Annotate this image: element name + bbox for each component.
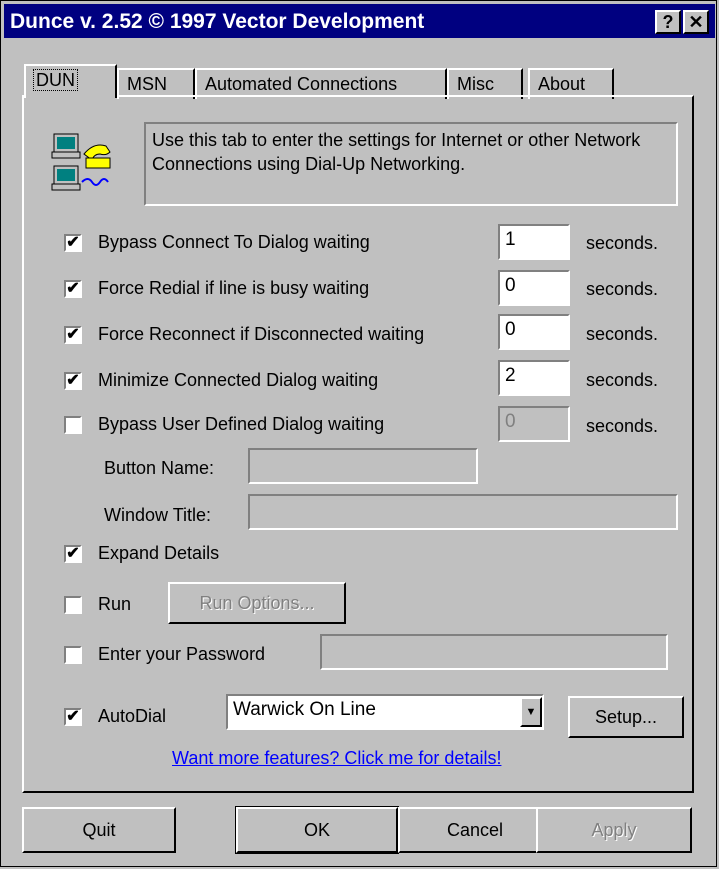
password-label: Enter your Password xyxy=(98,644,266,664)
close-button[interactable]: ✕ xyxy=(683,10,709,34)
tab-dun[interactable]: DUN xyxy=(24,64,117,98)
force-reconnect-label: Force Reconnect if Disconnected waiting xyxy=(98,324,425,344)
autodial-checkbox[interactable]: ✔ xyxy=(64,708,82,726)
window-title-label: Window Title: xyxy=(104,505,212,525)
button-name-label: Button Name: xyxy=(104,458,215,478)
more-features-link[interactable]: Want more features? Click me for details… xyxy=(172,748,501,769)
button-name-input[interactable] xyxy=(248,448,478,484)
ok-button[interactable]: OK xyxy=(235,806,399,854)
bypass-user-defined-seconds-input[interactable]: 0 xyxy=(498,406,570,442)
run-options-button[interactable]: Run Options... xyxy=(168,582,346,624)
autodial-select[interactable]: Warwick On Line xyxy=(226,694,544,730)
force-reconnect-checkbox[interactable]: ✔ xyxy=(64,326,82,344)
title-bar[interactable]: Dunce v. 2.52 © 1997 Vector Development … xyxy=(4,4,715,38)
minimize-connected-label: Minimize Connected Dialog waiting xyxy=(98,370,379,390)
quit-button[interactable]: Quit xyxy=(22,807,176,853)
autodial-label: AutoDial xyxy=(98,706,167,726)
run-label: Run xyxy=(98,594,132,614)
minimize-connected-unit: seconds. xyxy=(586,370,659,390)
password-checkbox[interactable] xyxy=(64,646,82,664)
dial-up-networking-icon xyxy=(48,132,118,196)
bypass-connect-seconds-input[interactable]: 1 xyxy=(498,224,570,260)
apply-button[interactable]: Apply xyxy=(536,807,692,853)
cancel-button[interactable]: Cancel xyxy=(398,807,552,853)
expand-details-label: Expand Details xyxy=(98,543,220,563)
bypass-user-defined-checkbox[interactable] xyxy=(64,416,82,434)
bypass-user-defined-label: Bypass User Defined Dialog waiting xyxy=(98,414,385,434)
window-title-input[interactable] xyxy=(248,494,678,530)
bypass-connect-unit: seconds. xyxy=(586,233,659,253)
help-button[interactable]: ? xyxy=(655,10,681,34)
autodial-selected-value: Warwick On Line xyxy=(233,699,376,720)
bypass-user-defined-unit: seconds. xyxy=(586,416,659,436)
bypass-connect-checkbox[interactable]: ✔ xyxy=(64,234,82,252)
force-reconnect-seconds-input[interactable]: 0 xyxy=(498,314,570,350)
force-redial-label: Force Redial if line is busy waiting xyxy=(98,278,370,298)
bypass-connect-label: Bypass Connect To Dialog waiting xyxy=(98,232,370,252)
info-text: Use this tab to enter the settings for I… xyxy=(144,122,678,206)
expand-details-checkbox[interactable]: ✔ xyxy=(64,545,82,563)
force-reconnect-unit: seconds. xyxy=(586,324,659,344)
chevron-down-icon[interactable]: ▼ xyxy=(520,697,542,727)
run-checkbox[interactable] xyxy=(64,596,82,614)
minimize-connected-checkbox[interactable]: ✔ xyxy=(64,372,82,390)
force-redial-seconds-input[interactable]: 0 xyxy=(498,270,570,306)
window-title: Dunce v. 2.52 © 1997 Vector Development xyxy=(10,10,425,33)
password-input[interactable] xyxy=(320,634,668,670)
force-redial-checkbox[interactable]: ✔ xyxy=(64,280,82,298)
minimize-connected-seconds-input[interactable]: 2 xyxy=(498,360,570,396)
force-redial-unit: seconds. xyxy=(586,279,659,299)
setup-button[interactable]: Setup... xyxy=(568,696,684,738)
